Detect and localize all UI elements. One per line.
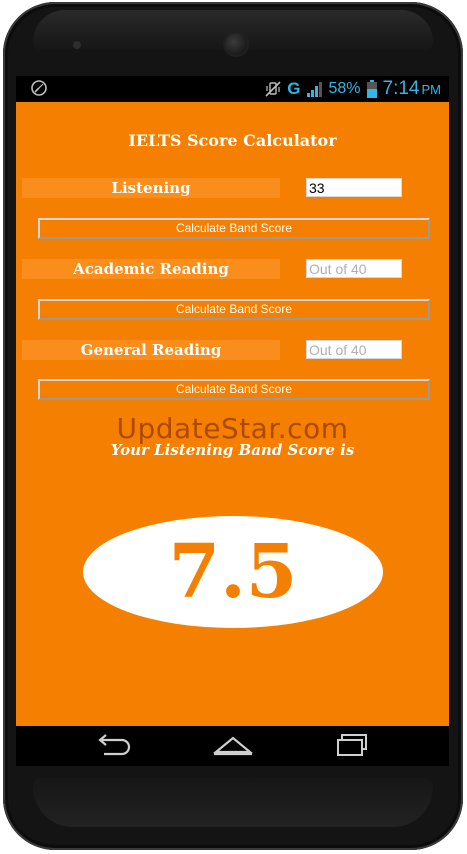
general-reading-input[interactable] (306, 340, 402, 359)
page-title: IELTS Score Calculator (128, 131, 337, 150)
listening-input[interactable] (306, 178, 402, 197)
status-icons: G 58% 7:14 PM (265, 78, 441, 100)
gauge-icon (31, 80, 47, 96)
clock: 7:14 PM (383, 78, 441, 100)
result-label: Your Listening Band Score is (110, 441, 355, 459)
app-content: IELTS Score Calculator Listening Calcula… (16, 102, 449, 726)
signal-bars-icon (307, 82, 323, 97)
back-icon[interactable] (92, 732, 134, 758)
battery-icon (366, 80, 377, 98)
proximity-sensor (73, 41, 81, 49)
phone-bottom-bezel (33, 777, 433, 827)
general-reading-calculate-button[interactable]: Calculate Band Score (38, 379, 430, 400)
clock-ampm: PM (421, 82, 442, 97)
general-reading-label: General Reading (22, 340, 280, 360)
navigation-bar (16, 726, 449, 766)
vibrate-mute-icon (265, 81, 281, 97)
front-camera (225, 33, 247, 55)
clock-time: 7:14 (382, 78, 420, 99)
status-bar: G 58% 7:14 PM (16, 76, 449, 102)
battery-percent: 58% (328, 80, 361, 97)
score-oval: 7.5 (83, 516, 383, 628)
listening-label: Listening (22, 178, 280, 198)
academic-reading-label: Academic Reading (22, 259, 280, 279)
recents-icon[interactable] (332, 732, 374, 758)
home-icon[interactable] (212, 732, 254, 758)
band-score: 7.5 (168, 529, 298, 615)
academic-reading-input[interactable] (306, 259, 402, 278)
network-type: G (287, 79, 301, 98)
screen: G 58% 7:14 PM IELTS Score Calculator List… (16, 76, 449, 766)
academic-reading-calculate-button[interactable]: Calculate Band Score (38, 299, 430, 320)
listening-calculate-button[interactable]: Calculate Band Score (38, 218, 430, 239)
